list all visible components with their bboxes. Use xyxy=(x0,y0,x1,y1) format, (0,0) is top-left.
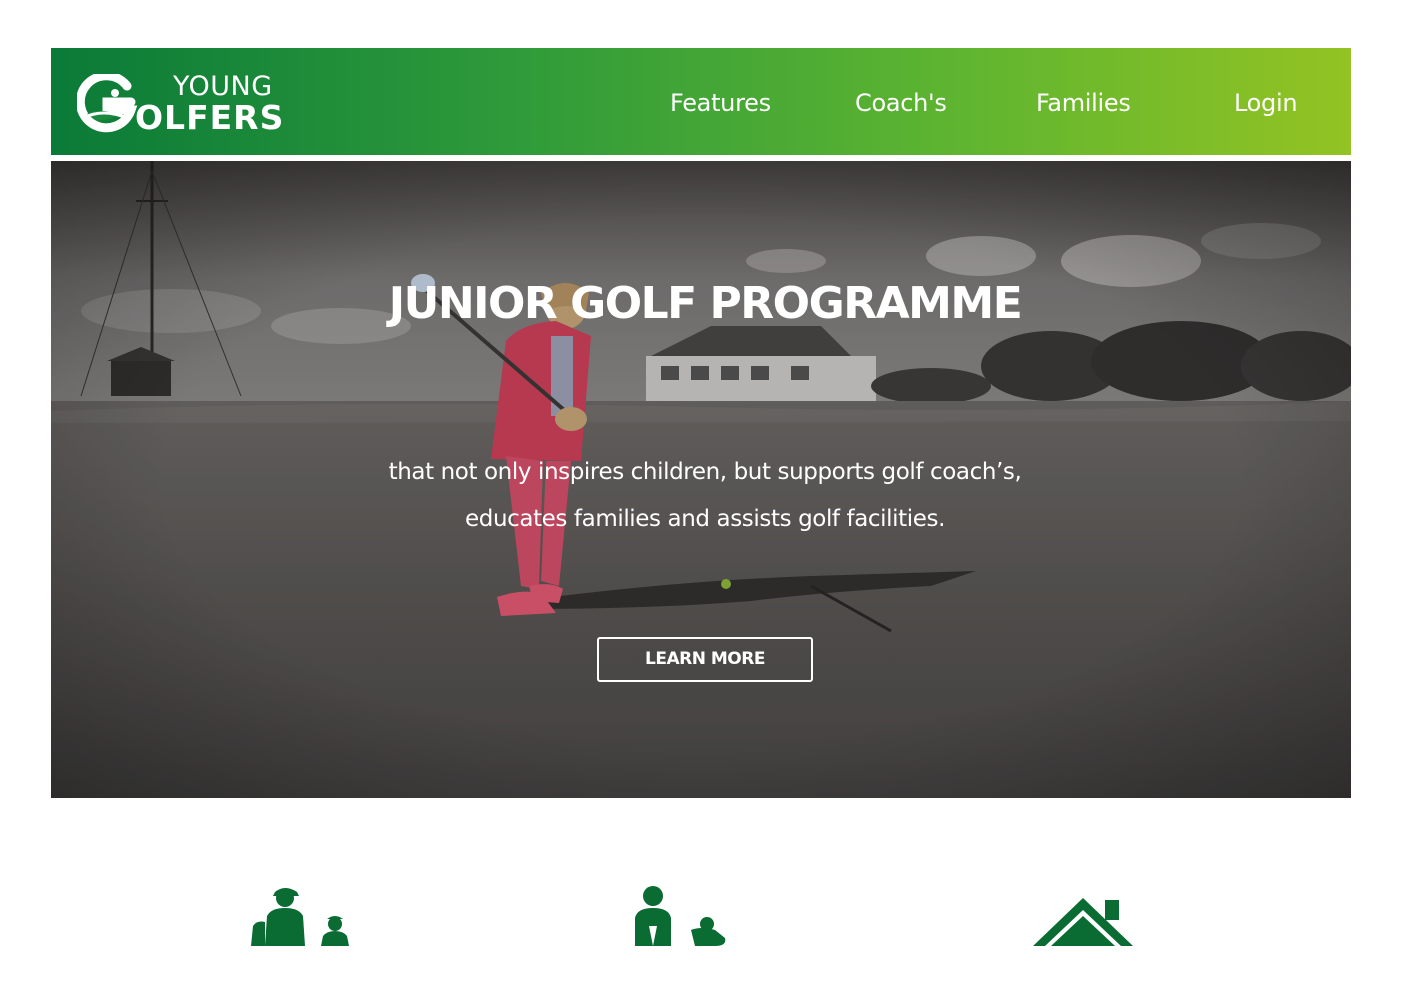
nav-login-link[interactable]: Login xyxy=(1234,88,1298,118)
hero-banner: JUNIOR GOLF PROGRAMME that not only insp… xyxy=(51,161,1351,798)
learn-more-button[interactable]: LEARN MORE xyxy=(597,637,813,682)
clubhouse-icon[interactable] xyxy=(1031,892,1141,946)
coach-and-child-icon[interactable] xyxy=(247,886,357,946)
logo-word-olfers: OLFERS xyxy=(135,98,285,137)
nav-coaches-link[interactable]: Coach's xyxy=(855,88,947,118)
hero-title: JUNIOR GOLF PROGRAMME xyxy=(388,278,1023,329)
hero-subtitle-line-2: educates families and assists golf facil… xyxy=(465,506,945,532)
hero-subtitle-line-1: that not only inspires children, but sup… xyxy=(388,459,1022,485)
golfer-and-child-icon[interactable] xyxy=(631,886,741,946)
page: YOUNG OLFERS Features Coach's Families L… xyxy=(51,48,1351,946)
nav-features-link[interactable]: Features xyxy=(670,88,771,118)
golf-g-logo-icon xyxy=(77,74,138,133)
nav-families-link[interactable]: Families xyxy=(1036,88,1131,118)
features-section xyxy=(51,798,1351,946)
navbar: YOUNG OLFERS Features Coach's Families L… xyxy=(51,48,1351,158)
young-golfers-logo[interactable]: YOUNG OLFERS xyxy=(77,72,292,136)
